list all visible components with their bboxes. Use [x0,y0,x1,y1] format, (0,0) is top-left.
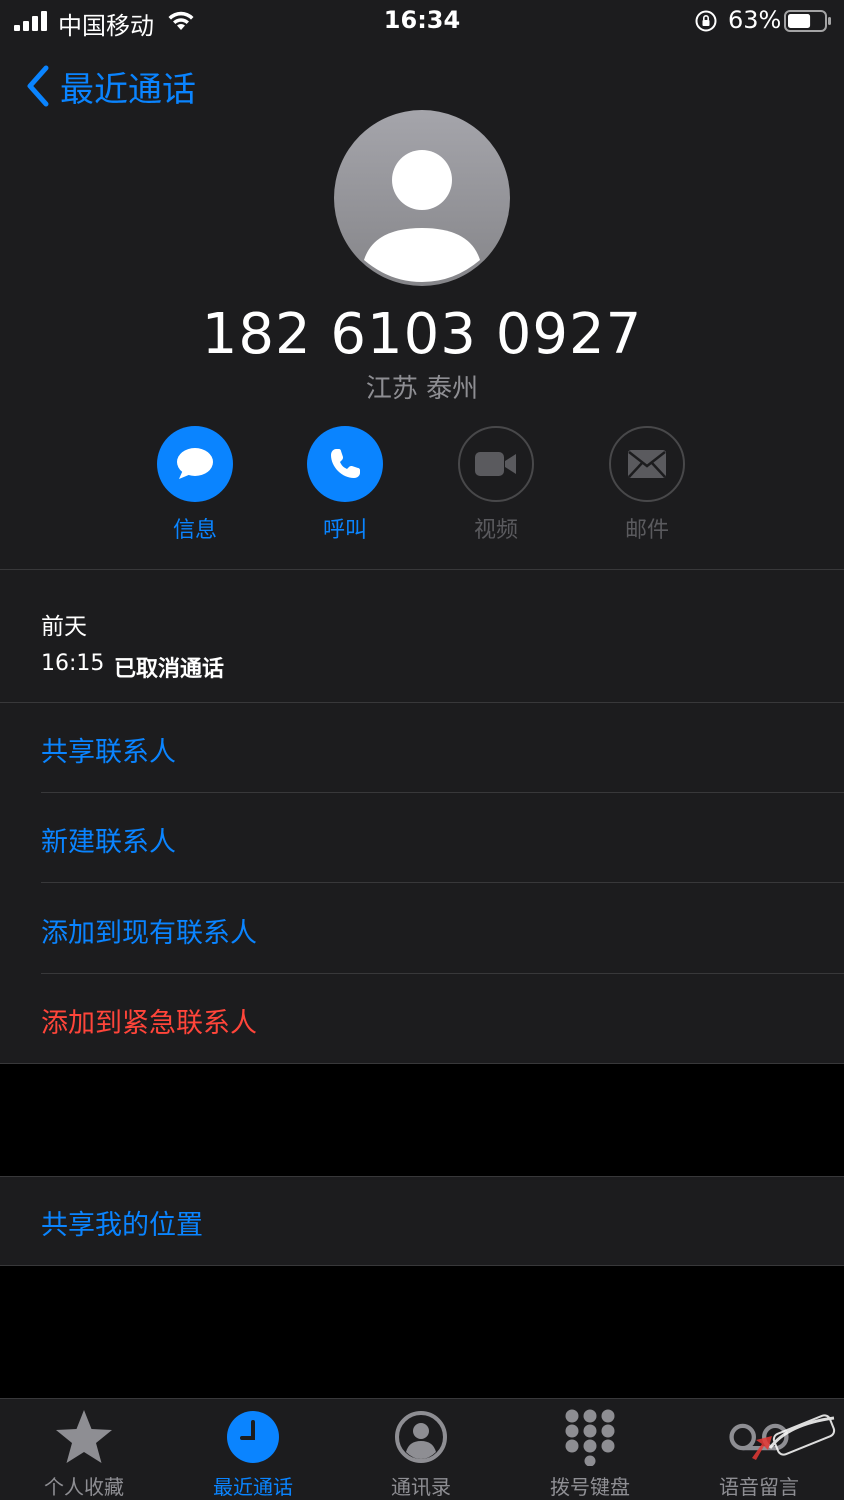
add-emergency-contact-button[interactable]: 添加到紧急联系人 [41,1001,257,1040]
battery-percent: 63% [728,6,782,34]
call-status: 已取消通话 [114,657,225,682]
share-contact-button[interactable]: 共享联系人 [41,730,176,769]
tab-recents[interactable]: 最近通话 [178,1407,328,1499]
phone-screen: 中国移动 16:34 63% 最近通话 182 6103 0927 江苏 泰州 … [0,0,844,1500]
orientation-lock-icon [695,10,717,32]
clock-icon [227,1411,279,1463]
message-bubble-icon [177,448,213,479]
row-divider [41,792,844,793]
video-camera-icon [475,452,516,476]
tab-label: 最近通话 [213,1475,293,1499]
phone-icon [331,449,360,478]
chevron-left-icon [27,65,49,107]
star-icon [56,1410,112,1463]
mail-label: 邮件 [624,518,669,543]
envelope-icon [628,450,666,478]
section-divider [0,569,844,570]
add-existing-contact-button[interactable]: 添加到现有联系人 [41,911,257,950]
mail-circle [609,426,685,502]
contacts-icon [395,1411,447,1463]
row-divider [41,973,844,974]
call-label: 呼叫 [322,518,367,543]
call-circle [307,426,383,502]
keypad-icon [565,1409,615,1466]
phone-number: 182 6103 0927 [201,302,643,367]
back-label: 最近通话 [60,69,196,110]
tab-label: 拨号键盘 [550,1475,630,1499]
avatar [334,110,510,286]
message-label: 信息 [172,518,217,543]
tab-label: 个人收藏 [44,1475,124,1499]
video-button[interactable]: 视频 [436,426,556,544]
message-circle [157,426,233,502]
tab-bar: 个人收藏 最近通话 通讯录 拨号键盘 语音留言 [0,1398,844,1500]
battery-icon [784,10,831,32]
status-bar: 中国移动 16:34 63% [0,0,844,44]
call-date: 前天 [41,614,87,640]
call-button[interactable]: 呼叫 [285,426,405,544]
row-divider [41,882,844,883]
section-divider [0,1063,844,1064]
mail-button[interactable]: 邮件 [587,426,707,544]
share-location-button[interactable]: 共享我的位置 [41,1203,203,1242]
tab-favorites[interactable]: 个人收藏 [9,1407,159,1499]
new-contact-button[interactable]: 新建联系人 [41,820,176,859]
section-divider [0,702,844,703]
person-silhouette-icon [334,110,510,286]
video-circle [458,426,534,502]
call-time: 16:15 [41,651,105,676]
message-button[interactable]: 信息 [135,426,255,544]
tab-keypad[interactable]: 拨号键盘 [515,1407,665,1499]
tab-label: 语音留言 [719,1475,799,1499]
watermark-logo [752,1414,836,1460]
back-button[interactable]: 最近通话 [22,62,196,110]
caller-location: 江苏 泰州 [365,374,479,404]
video-label: 视频 [473,518,518,543]
tab-label: 通讯录 [391,1475,451,1499]
tab-contacts[interactable]: 通讯录 [346,1407,496,1499]
